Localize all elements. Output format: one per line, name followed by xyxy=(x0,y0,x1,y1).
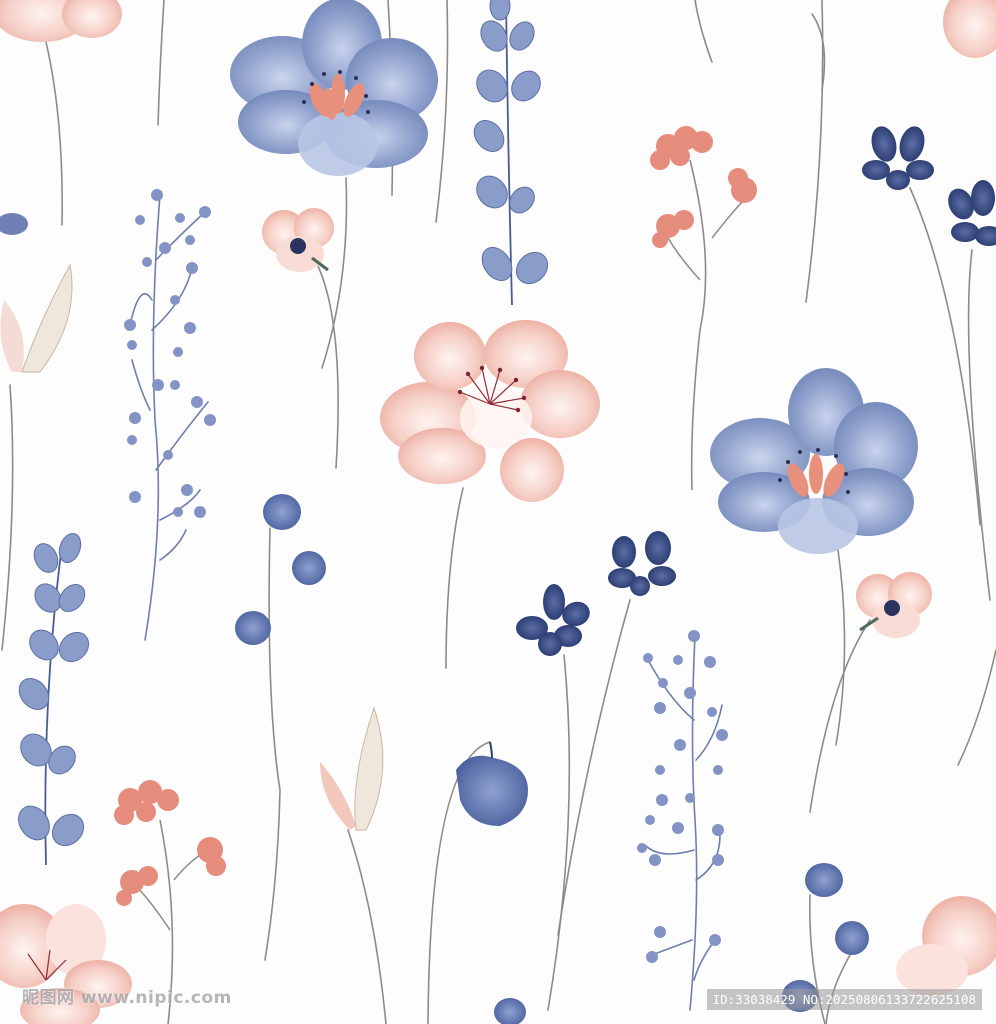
berry-sprig-left xyxy=(124,189,216,641)
blue-buds-left xyxy=(235,494,326,645)
blush-flower-corner-top-right xyxy=(943,0,996,58)
navy-violet-top-right xyxy=(862,126,934,190)
leaf-stem-top xyxy=(473,0,549,306)
navy-violet-center-left xyxy=(516,584,590,656)
blue-anemone-top xyxy=(230,0,438,176)
leaf-stem-left xyxy=(18,532,90,866)
blush-flower-corner-bottom-right xyxy=(896,896,996,996)
small-poppy-right xyxy=(856,572,932,638)
navy-violet-center-right xyxy=(608,531,676,596)
navy-violet-edge-right xyxy=(948,180,996,246)
blue-anemone-right xyxy=(710,368,918,554)
blush-flower-center xyxy=(380,320,600,502)
cream-bud-bottom xyxy=(320,706,384,831)
hanging-bell-flower xyxy=(456,741,528,826)
blush-flower-corner-top-left xyxy=(0,0,122,42)
watermark-id: ID:33038429 NO:20250806133722625108 xyxy=(706,989,982,1010)
berry-sprig-right xyxy=(637,630,728,1011)
small-poppy-top xyxy=(262,208,334,272)
leaf-edge-left xyxy=(0,213,28,235)
watermark-site: 昵图网 www.nipic.com xyxy=(22,988,232,1008)
cream-bud-left xyxy=(0,263,73,373)
floral-artwork xyxy=(0,0,996,1024)
watercolor-floral-pattern: 昵图网 www.nipic.com ID:33038429 NO:2025080… xyxy=(0,0,996,1024)
